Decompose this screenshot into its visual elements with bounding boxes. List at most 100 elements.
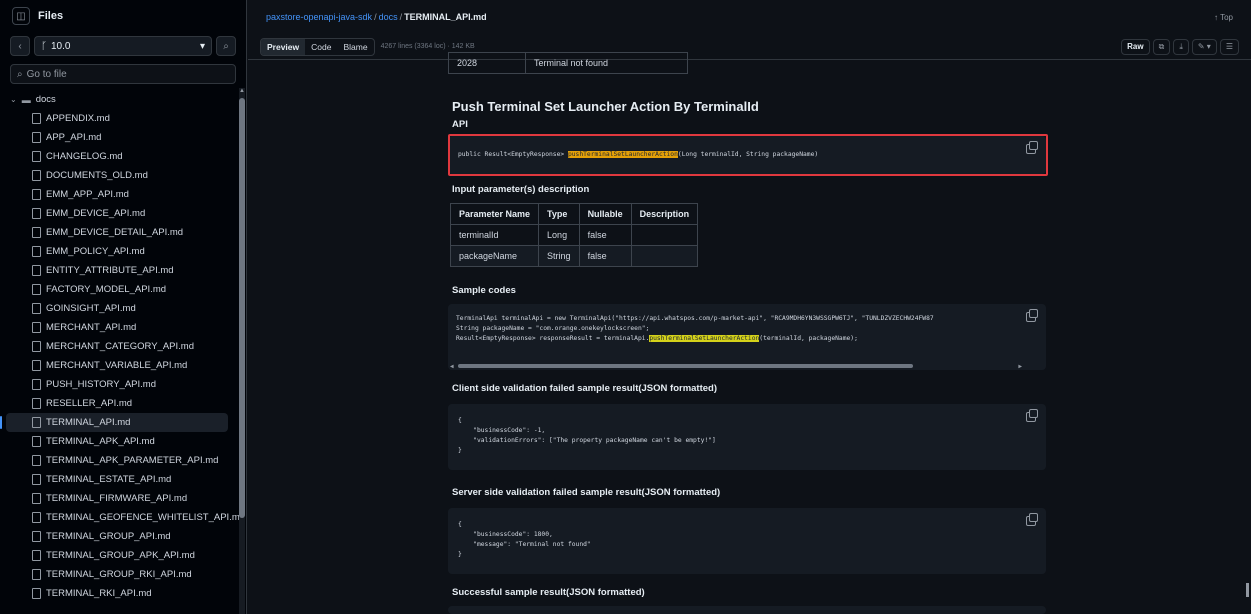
tab-preview[interactable]: Preview: [261, 38, 306, 55]
params-table: Parameter Name Type Nullable Description…: [449, 203, 699, 267]
tab-blame[interactable]: Blame: [337, 39, 373, 55]
sidebar-file-item[interactable]: TERMINAL_GROUP_RKI_API.md: [0, 565, 246, 584]
sidebar-file-item[interactable]: MERCHANT_API.md: [0, 318, 246, 337]
top-link[interactable]: ↑ Top: [1214, 13, 1233, 22]
sidebar-file-item[interactable]: TERMINAL_API.md: [0, 413, 228, 432]
search-icon[interactable]: ⌕: [216, 36, 236, 56]
file-icon: [32, 208, 41, 219]
search-icon: ⌕: [17, 68, 23, 80]
branch-name: 10.0: [51, 40, 71, 52]
sidebar-file-item[interactable]: TERMINAL_ESTATE_API.md: [0, 470, 246, 489]
scroll-right-icon[interactable]: ▶: [1018, 362, 1022, 370]
sidebar-scrollbar[interactable]: ▲: [239, 88, 245, 614]
branch-row: ‹ ᚴ 10.0 ▾ ⌕: [0, 32, 246, 60]
file-label: FACTORY_MODEL_API.md: [46, 284, 167, 295]
sidebar-file-item[interactable]: DOCUMENTS_OLD.md: [0, 166, 246, 185]
file-label: TERMINAL_APK_API.md: [46, 436, 155, 447]
sidebar-file-item[interactable]: TERMINAL_APK_API.md: [0, 432, 246, 451]
sidebar-file-item[interactable]: GOINSIGHT_API.md: [0, 299, 246, 318]
sidebar-file-item[interactable]: APPENDIX.md: [0, 109, 246, 128]
sidebar-title: Files: [38, 10, 64, 22]
client-json-block: { "businessCode": -1, "validationErrors"…: [448, 404, 1046, 470]
file-icon: [32, 322, 41, 333]
sidebar-file-item[interactable]: EMM_APP_API.md: [0, 185, 246, 204]
sidebar-scrollbar-thumb[interactable]: [239, 98, 245, 518]
breadcrumb: paxstore-openapi-java-sdk / docs / TERMI…: [248, 0, 1251, 34]
sidebar-file-item[interactable]: TERMINAL_GROUP_API.md: [0, 527, 246, 546]
file-label: MERCHANT_CATEGORY_API.md: [46, 341, 194, 352]
sidebar-file-item[interactable]: MERCHANT_CATEGORY_API.md: [0, 337, 246, 356]
code-text: (terminalId, packageName);: [759, 335, 858, 342]
sidebar-file-item[interactable]: TERMINAL_APK_PARAMETER_API.md: [0, 451, 246, 470]
file-icon: [32, 455, 41, 466]
sidebar-file-item[interactable]: TERMINAL_GROUP_APK_API.md: [0, 546, 246, 565]
sidebar-file-item[interactable]: EMM_POLICY_API.md: [0, 242, 246, 261]
file-icon: [32, 569, 41, 580]
download-icon[interactable]: ⤓: [1173, 38, 1189, 55]
table-cell: Long: [538, 224, 580, 246]
go-to-file-input[interactable]: ⌕ Go to file: [10, 64, 236, 84]
sidebar-file-item[interactable]: APP_API.md: [0, 128, 246, 147]
file-label: MERCHANT_API.md: [46, 322, 137, 333]
sidebar-file-item[interactable]: CHANGELOG.md: [0, 147, 246, 166]
section-heading: Push Terminal Set Launcher Action By Ter…: [452, 99, 759, 114]
sidebar-file-item[interactable]: EMM_DEVICE_DETAIL_API.md: [0, 223, 246, 242]
file-label: RESELLER_API.md: [46, 398, 133, 409]
branch-selector[interactable]: ᚴ 10.0 ▾: [34, 36, 212, 56]
sample-code-block: TerminalApi terminalApi = new TerminalAp…: [448, 304, 1046, 370]
sidebar-file-item[interactable]: ENTITY_ATTRIBUTE_API.md: [0, 261, 246, 280]
success-json-block: [448, 606, 1046, 614]
table-cell: String: [538, 245, 580, 267]
back-icon[interactable]: ‹: [10, 36, 30, 56]
scroll-up-icon[interactable]: ▲: [239, 88, 245, 94]
file-icon: [32, 227, 41, 238]
sidebar-file-item[interactable]: FACTORY_MODEL_API.md: [0, 280, 246, 299]
file-label: TERMINAL_ESTATE_API.md: [46, 474, 172, 485]
table-row: terminalId Long false: [449, 224, 699, 246]
tab-code[interactable]: Code: [305, 39, 337, 55]
input-params-label: Input parameter(s) description: [452, 184, 590, 195]
window-edge-handle[interactable]: [1246, 583, 1249, 597]
breadcrumb-dir[interactable]: docs: [379, 12, 398, 22]
app-window: ◫ Files ‹ ᚴ 10.0 ▾ ⌕ ⌕ Go to file ⌄ ▬ do…: [0, 0, 1251, 614]
folder-icon: ▬: [21, 94, 31, 105]
file-icon: [32, 512, 41, 523]
file-icon: [32, 265, 41, 276]
code-horizontal-scrollbar[interactable]: ◀ ▶: [448, 362, 1046, 370]
table-cell: packageName: [449, 245, 540, 267]
collapse-sidebar-icon[interactable]: ◫: [12, 7, 30, 25]
code-scrollbar-thumb[interactable]: [458, 364, 913, 368]
file-label: TERMINAL_GROUP_APK_API.md: [46, 550, 195, 561]
code-line: String packageName = "com.orange.onekeyl…: [456, 325, 650, 332]
scroll-left-icon[interactable]: ◀: [450, 362, 454, 370]
copy-icon[interactable]: [1026, 309, 1038, 322]
sidebar-file-item[interactable]: PUSH_HISTORY_API.md: [0, 375, 246, 394]
table-cell: false: [578, 245, 632, 267]
file-label: TERMINAL_APK_PARAMETER_API.md: [46, 455, 219, 466]
sidebar-file-item[interactable]: RESELLER_API.md: [0, 394, 246, 413]
sidebar-file-item[interactable]: MERCHANT_VARIABLE_API.md: [0, 356, 246, 375]
file-actions: Raw ⧉ ⤓ ✎ ▾ ☰: [1121, 38, 1239, 55]
column-header: Description: [630, 203, 699, 225]
success-result-label: Successful sample result(JSON formatted): [452, 587, 645, 598]
outline-icon[interactable]: ☰: [1219, 38, 1239, 55]
file-label: APPENDIX.md: [46, 113, 110, 124]
copy-icon[interactable]: ⧉: [1152, 38, 1171, 55]
file-icon: [32, 436, 41, 447]
sample-codes-label: Sample codes: [452, 285, 516, 296]
table-cell: false: [578, 224, 632, 246]
sidebar-file-item[interactable]: TERMINAL_RKI_API.md: [0, 584, 246, 603]
breadcrumb-repo[interactable]: paxstore-openapi-java-sdk: [266, 12, 372, 22]
sidebar-file-item[interactable]: TERMINAL_GEOFENCE_WHITELIST_API.md: [0, 508, 246, 527]
raw-button[interactable]: Raw: [1121, 38, 1150, 55]
copy-icon[interactable]: [1026, 409, 1038, 422]
edit-icon[interactable]: ✎ ▾: [1191, 38, 1217, 55]
table-cell: 2028: [448, 52, 526, 74]
folder-docs[interactable]: ⌄ ▬ docs: [0, 90, 246, 109]
table-row: 2028 Terminal not found: [448, 52, 688, 74]
table-row: packageName String false: [449, 245, 699, 267]
copy-icon[interactable]: [1026, 513, 1038, 526]
sidebar-file-item[interactable]: TERMINAL_FIRMWARE_API.md: [0, 489, 246, 508]
file-icon: [32, 417, 41, 428]
sidebar-file-item[interactable]: EMM_DEVICE_API.md: [0, 204, 246, 223]
